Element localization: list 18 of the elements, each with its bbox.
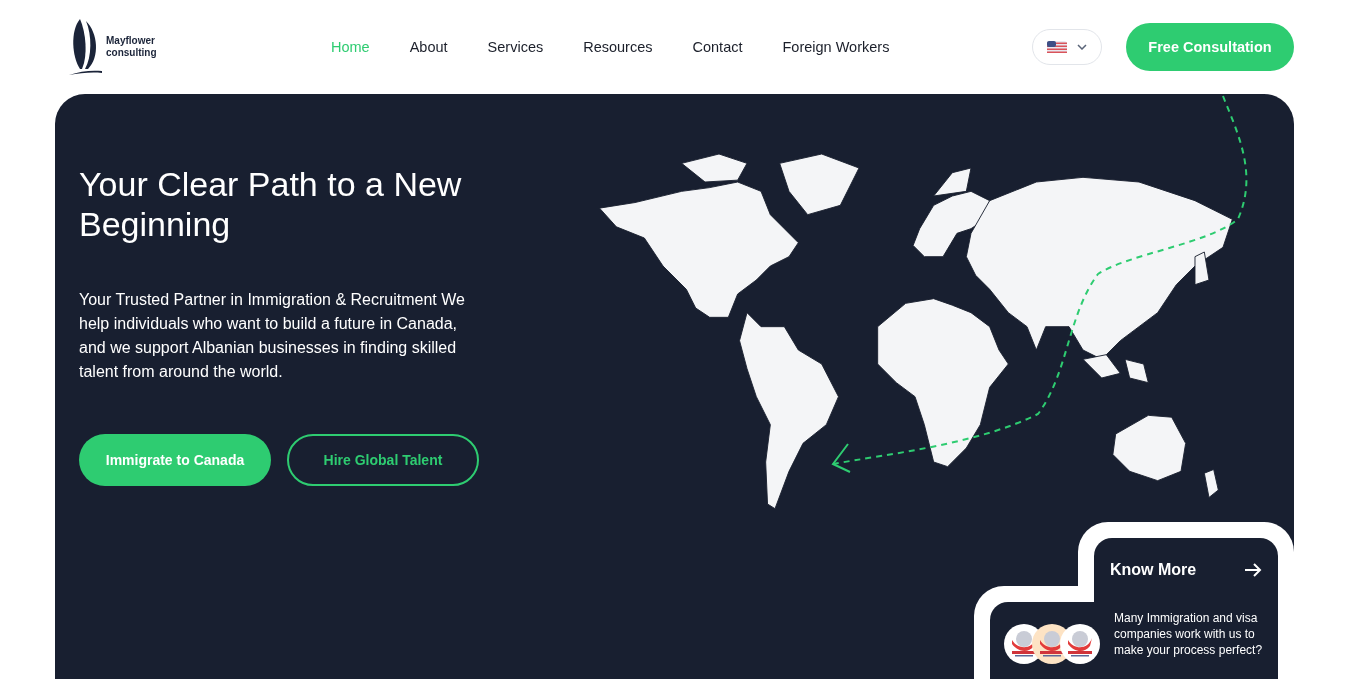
chevron-down-icon (1077, 44, 1087, 50)
logo-name: Mayflower (106, 35, 156, 47)
arrow-right-icon (1244, 562, 1262, 578)
nav-link[interactable]: About (389, 39, 468, 55)
know-more-label: Know More (1110, 561, 1197, 579)
us-flag-icon (1047, 41, 1067, 53)
know-more-panel[interactable]: Know More (1094, 538, 1278, 602)
hire-button[interactable]: Hire Global Talent (287, 434, 479, 486)
nav-link[interactable]: Services (467, 39, 564, 55)
partners-text: Many Immigration and visa companies work with us to make your process perfect? (1114, 610, 1264, 658)
sailboat-logo-icon (68, 17, 102, 77)
nav-link[interactable]: Resources (563, 39, 673, 55)
nav-link[interactable]: Foreign Workers (762, 39, 910, 55)
language-selector[interactable] (1032, 29, 1102, 65)
hero-title: Your Clear Path to a New Beginning (79, 164, 463, 244)
hero-description: Your Trusted Partner in Immigration & Recruitment We help individuals who want to build a future in Canada, and we support Albanian businesses in finding skilled talent from around the world. (79, 290, 466, 382)
logo-tagline: consulting (106, 47, 157, 59)
nav-link[interactable]: Contact (672, 39, 763, 55)
